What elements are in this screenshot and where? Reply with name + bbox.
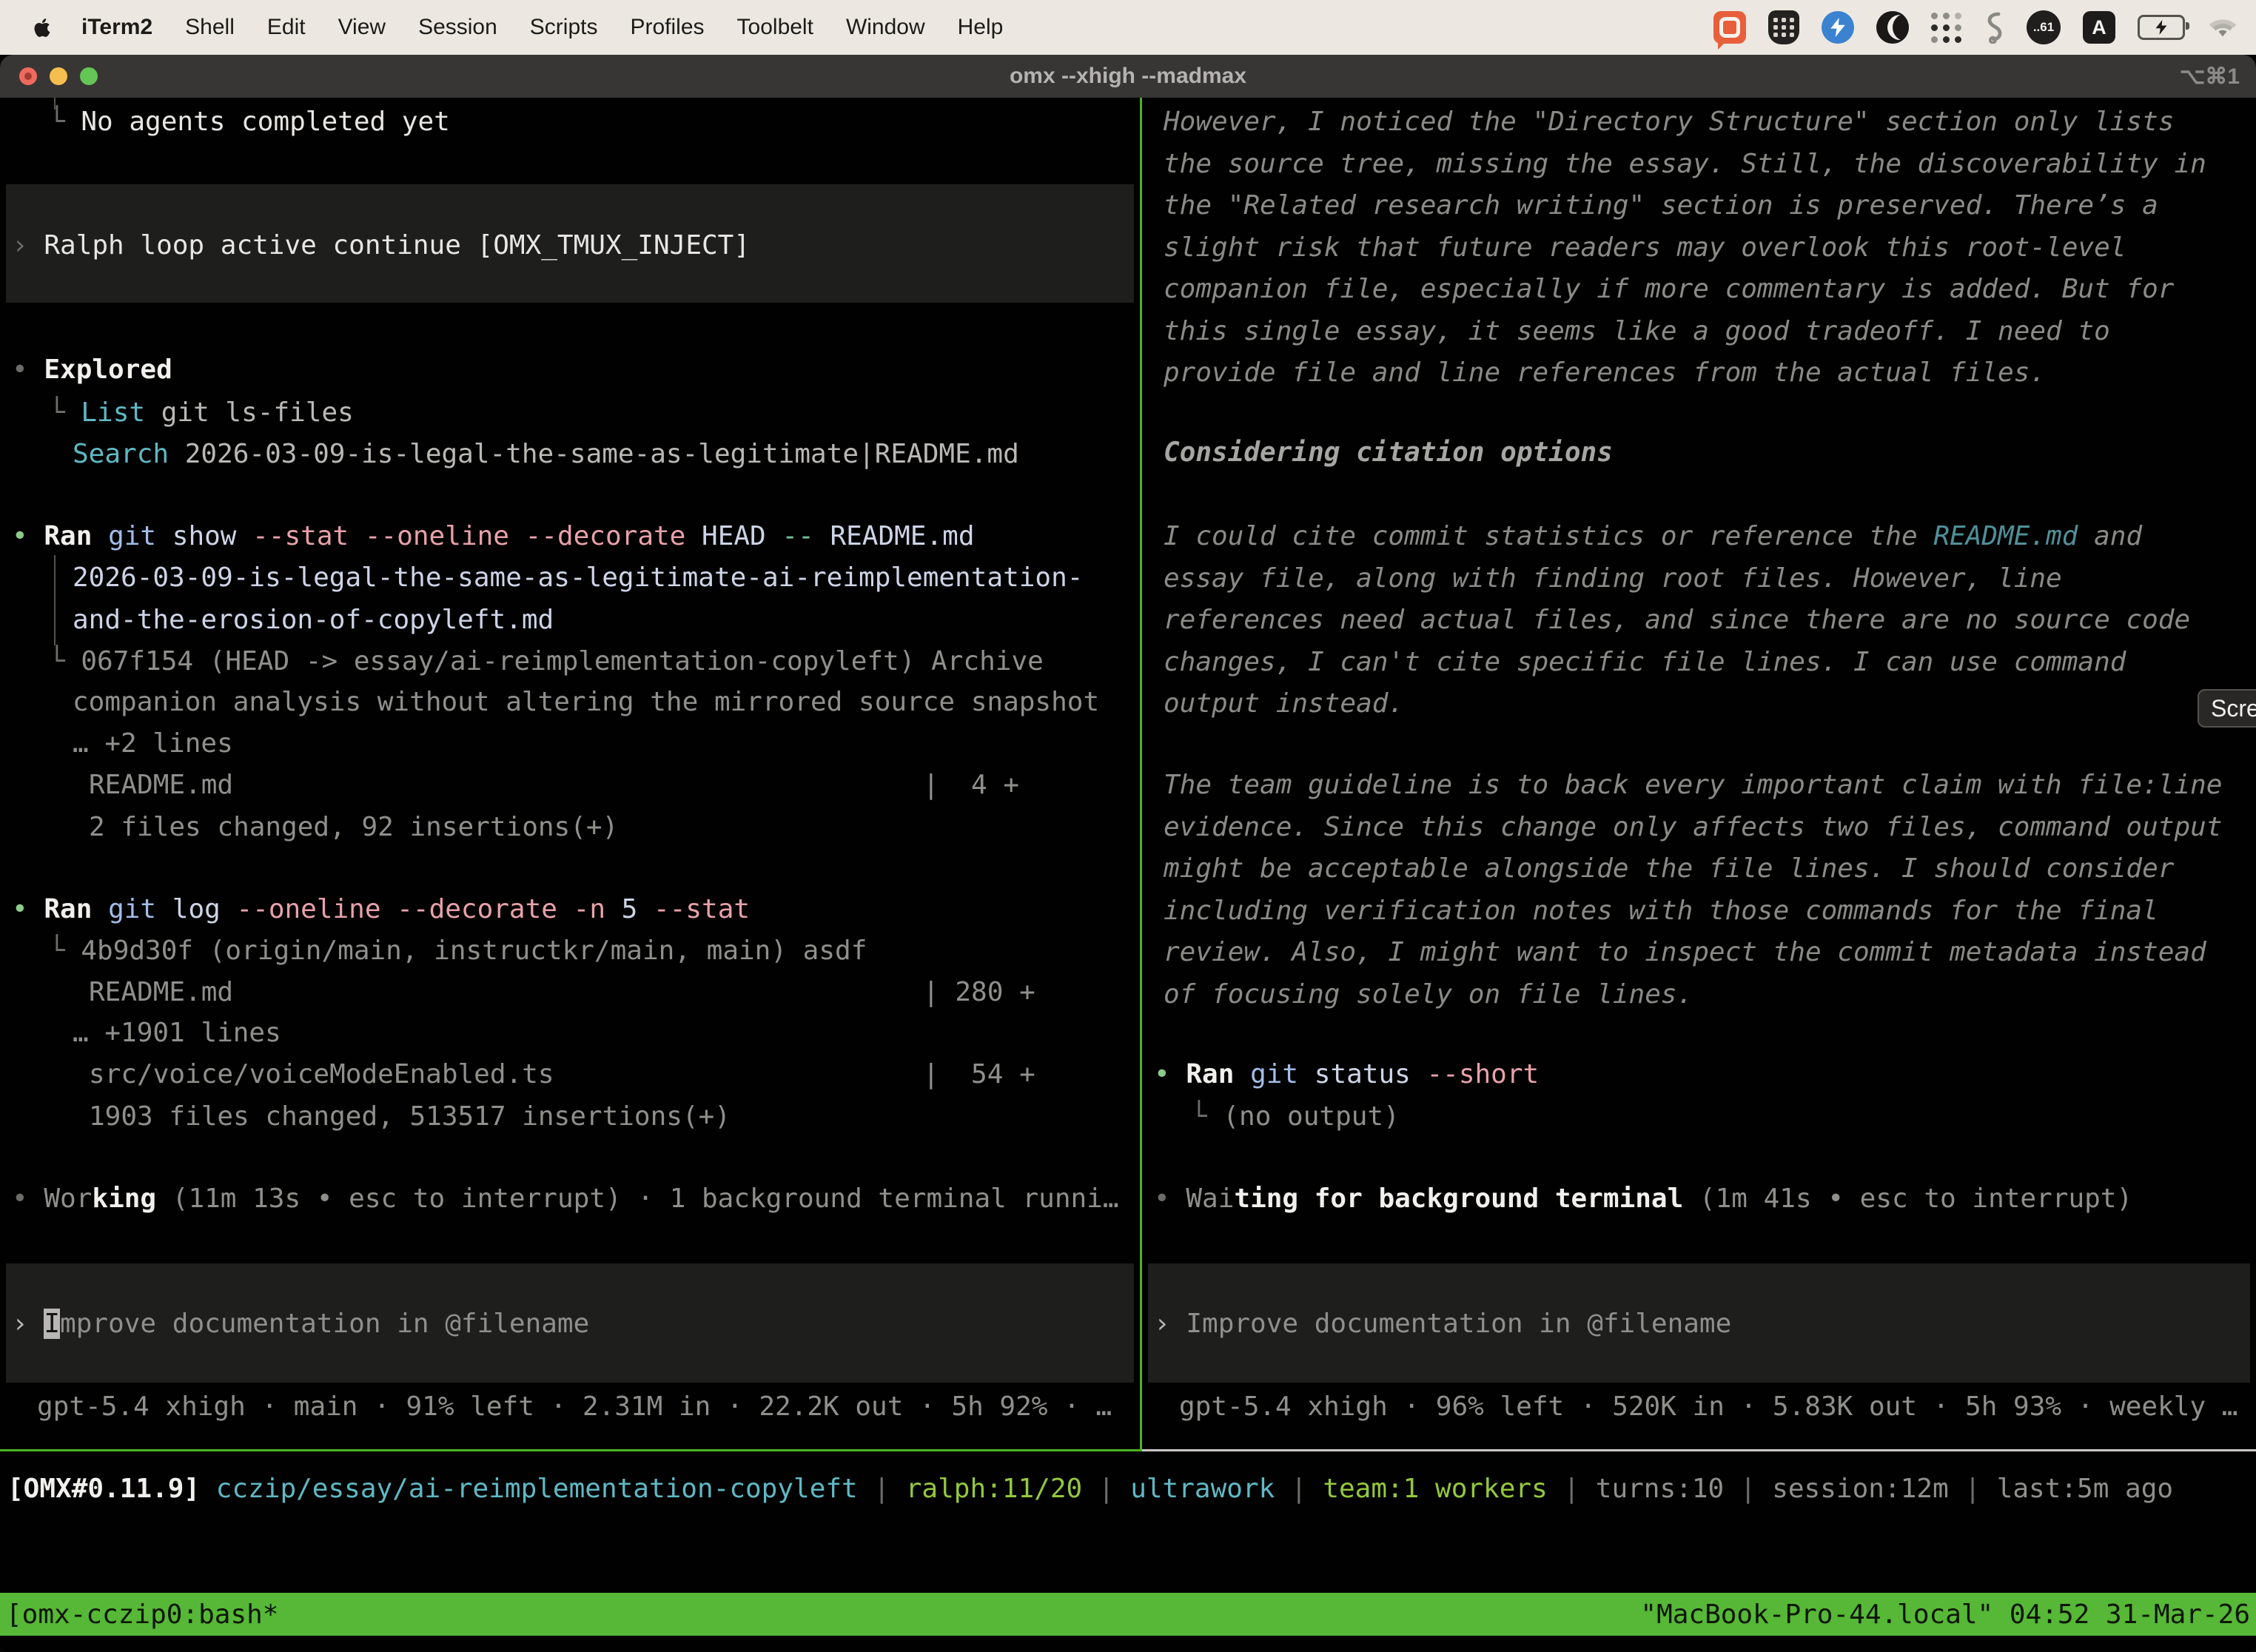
terminal-line: might be acceptable alongside the file l… <box>1164 847 2174 890</box>
menu-session[interactable]: Session <box>418 15 497 40</box>
terminal-line: changes, I can't cite specific file line… <box>1164 641 2126 684</box>
pane-divider-vertical[interactable] <box>1140 98 1142 1451</box>
chat-app-icon[interactable] <box>1713 11 1746 44</box>
terminal-line: README.md | 4 + <box>89 764 1019 807</box>
terminal-line: • Ran git log --oneline --decorate -n 5 … <box>12 888 750 931</box>
terminal-line: slight risk that future readers may over… <box>1164 226 2126 269</box>
battery-charging-icon[interactable] <box>2138 15 2185 40</box>
screen-tooltip[interactable]: Scre <box>2198 689 2256 728</box>
terminal-line: gpt-5.4 xhigh · 96% left · 520K in · 5.8… <box>1179 1386 2237 1428</box>
menu-bar-status-icons: ..61 A <box>1713 10 2238 44</box>
terminal-line: provide file and line references from th… <box>1164 352 2046 394</box>
terminal-line: └ (no output) <box>1191 1095 1400 1138</box>
terminal-line: … +1901 lines <box>73 1012 281 1055</box>
terminal-line: 1903 files changed, 513517 insertions(+) <box>89 1095 731 1138</box>
terminal-line: review. Also, I might want to inspect th… <box>1164 931 2206 974</box>
window-shortcut-badge: ⌥⌘1 <box>2180 64 2240 90</box>
tmux-host-time: "MacBook-Pro-44.local" 04:52 31-Mar-26 <box>1640 1599 2250 1630</box>
tmux-session-label: [omx-cczip0:bash* <box>6 1599 278 1630</box>
apple-menu-icon[interactable] <box>33 16 52 39</box>
terminal-line: of focusing solely on file lines. <box>1164 973 1693 1016</box>
terminal-line: [OMX#0.11.9] cczip/essay/ai-reimplementa… <box>7 1468 2173 1511</box>
tmux-status-bar: [omx-cczip0:bash* "MacBook-Pro-44.local"… <box>0 1593 2256 1636</box>
terminal-line: I could cite commit statistics or refere… <box>1164 515 2142 558</box>
terminal-line: companion analysis without altering the … <box>73 681 1099 724</box>
terminal-line: gpt-5.4 xhigh · main · 91% left · 2.31M … <box>37 1386 1112 1428</box>
timer-label: ..61 <box>2033 20 2054 35</box>
terminal-line: └ No agents completed yet <box>49 101 450 144</box>
terminal-line: └ 067f154 (HEAD -> essay/ai-reimplementa… <box>49 640 1044 683</box>
terminal-line: └ 4b9d30f (origin/main, instructkr/main,… <box>49 930 867 973</box>
terminal-line: The team guideline is to back every impo… <box>1164 764 2222 807</box>
terminal-line: companion file, especially if more comme… <box>1164 268 2174 311</box>
terminal-line: • Ran git status --short <box>1154 1053 1539 1096</box>
input-source-label: A <box>2092 16 2106 39</box>
iterm2-window: omx --xhigh --madmax ⌥⌘1 └ No agents com… <box>0 55 2256 1652</box>
terminal-line: • Explored <box>12 349 172 392</box>
terminal-line: the source tree, missing the essay. Stil… <box>1164 143 2206 186</box>
zoom-button[interactable] <box>80 67 98 85</box>
terminal-area[interactable]: └ No agents completed yet › Ralph loop ac… <box>0 98 2256 1652</box>
terminal-line: including verification notes with those … <box>1164 890 2158 933</box>
terminal-line: references need actual files, and since … <box>1164 599 2190 642</box>
window-title-bar: omx --xhigh --madmax ⌥⌘1 <box>0 55 2256 98</box>
traffic-lights <box>19 67 98 85</box>
terminal-line: output instead. <box>1164 682 1404 725</box>
timer-badge-icon[interactable]: ..61 <box>2027 10 2061 44</box>
terminal-line: essay file, along with finding root file… <box>1164 557 2062 600</box>
terminal-line: evidence. Since this change only affects… <box>1164 806 2222 849</box>
menu-iterm2[interactable]: iTerm2 <box>81 15 152 40</box>
terminal-line: └ List git ls-files <box>49 392 354 434</box>
terminal-line: … +2 lines <box>73 722 233 765</box>
terminal-line: • Ran git show --stat --oneline --decora… <box>12 515 975 558</box>
tree-guide-line <box>54 555 56 645</box>
screen-tooltip-text: Scre <box>2211 695 2256 722</box>
menu-view[interactable]: View <box>338 15 386 40</box>
input-source-icon[interactable]: A <box>2083 11 2115 44</box>
menu-edit[interactable]: Edit <box>267 15 306 40</box>
menu-shell[interactable]: Shell <box>185 15 235 40</box>
wifi-icon[interactable] <box>2207 16 2238 39</box>
terminal-line: the "Related research writing" section i… <box>1164 184 2158 227</box>
menu-scripts[interactable]: Scripts <box>530 15 598 40</box>
minimize-button[interactable] <box>50 67 67 85</box>
terminal-line: › Improve documentation in @filename <box>12 1303 589 1346</box>
terminal-line: and-the-erosion-of-copyleft.md <box>73 599 554 642</box>
terminal-line: However, I noticed the "Directory Struct… <box>1164 101 2174 144</box>
terminal-line: src/voice/voiceModeEnabled.ts | 54 + <box>89 1053 1035 1096</box>
crescent-icon[interactable] <box>1876 11 1909 44</box>
keyboard-shield-icon[interactable] <box>1768 10 1799 44</box>
dots-grid-icon[interactable] <box>1931 13 1961 43</box>
window-title: omx --xhigh --madmax <box>1010 64 1246 89</box>
terminal-line: › Improve documentation in @filename <box>1154 1303 1731 1346</box>
menu-window[interactable]: Window <box>846 15 925 40</box>
terminal-line: Considering citation options <box>1164 432 1613 474</box>
menu-help[interactable]: Help <box>958 15 1004 40</box>
terminal-line: • Working (11m 13s • esc to interrupt) ·… <box>12 1178 1119 1220</box>
pane-border-bottom-right <box>1142 1449 2256 1451</box>
lightning-bolt-icon[interactable] <box>1822 11 1854 44</box>
terminal-line: 2 files changed, 92 insertions(+) <box>89 806 618 849</box>
menu-profiles[interactable]: Profiles <box>630 15 704 40</box>
terminal-line: › Ralph loop active continue [OMX_TMUX_I… <box>12 224 750 267</box>
menu-toolbelt[interactable]: Toolbelt <box>737 15 813 40</box>
terminal-line: 2026-03-09-is-legal-the-same-as-legitima… <box>73 557 1083 600</box>
terminal-line: • Waiting for background terminal (1m 41… <box>1154 1178 2132 1220</box>
hook-icon[interactable] <box>1984 11 2004 44</box>
terminal-line: this single essay, it seems like a good … <box>1164 310 2110 353</box>
pane-border-bottom-left <box>0 1449 1142 1451</box>
menu-items: iTerm2 Shell Edit View Session Scripts Profile… <box>81 15 1003 40</box>
terminal-line: Search 2026-03-09-is-legal-the-same-as-l… <box>73 433 1019 476</box>
close-button[interactable] <box>19 67 37 85</box>
macos-menu-bar: iTerm2 Shell Edit View Session Scripts Profile… <box>0 0 2256 55</box>
terminal-line: README.md | 280 + <box>89 971 1035 1014</box>
